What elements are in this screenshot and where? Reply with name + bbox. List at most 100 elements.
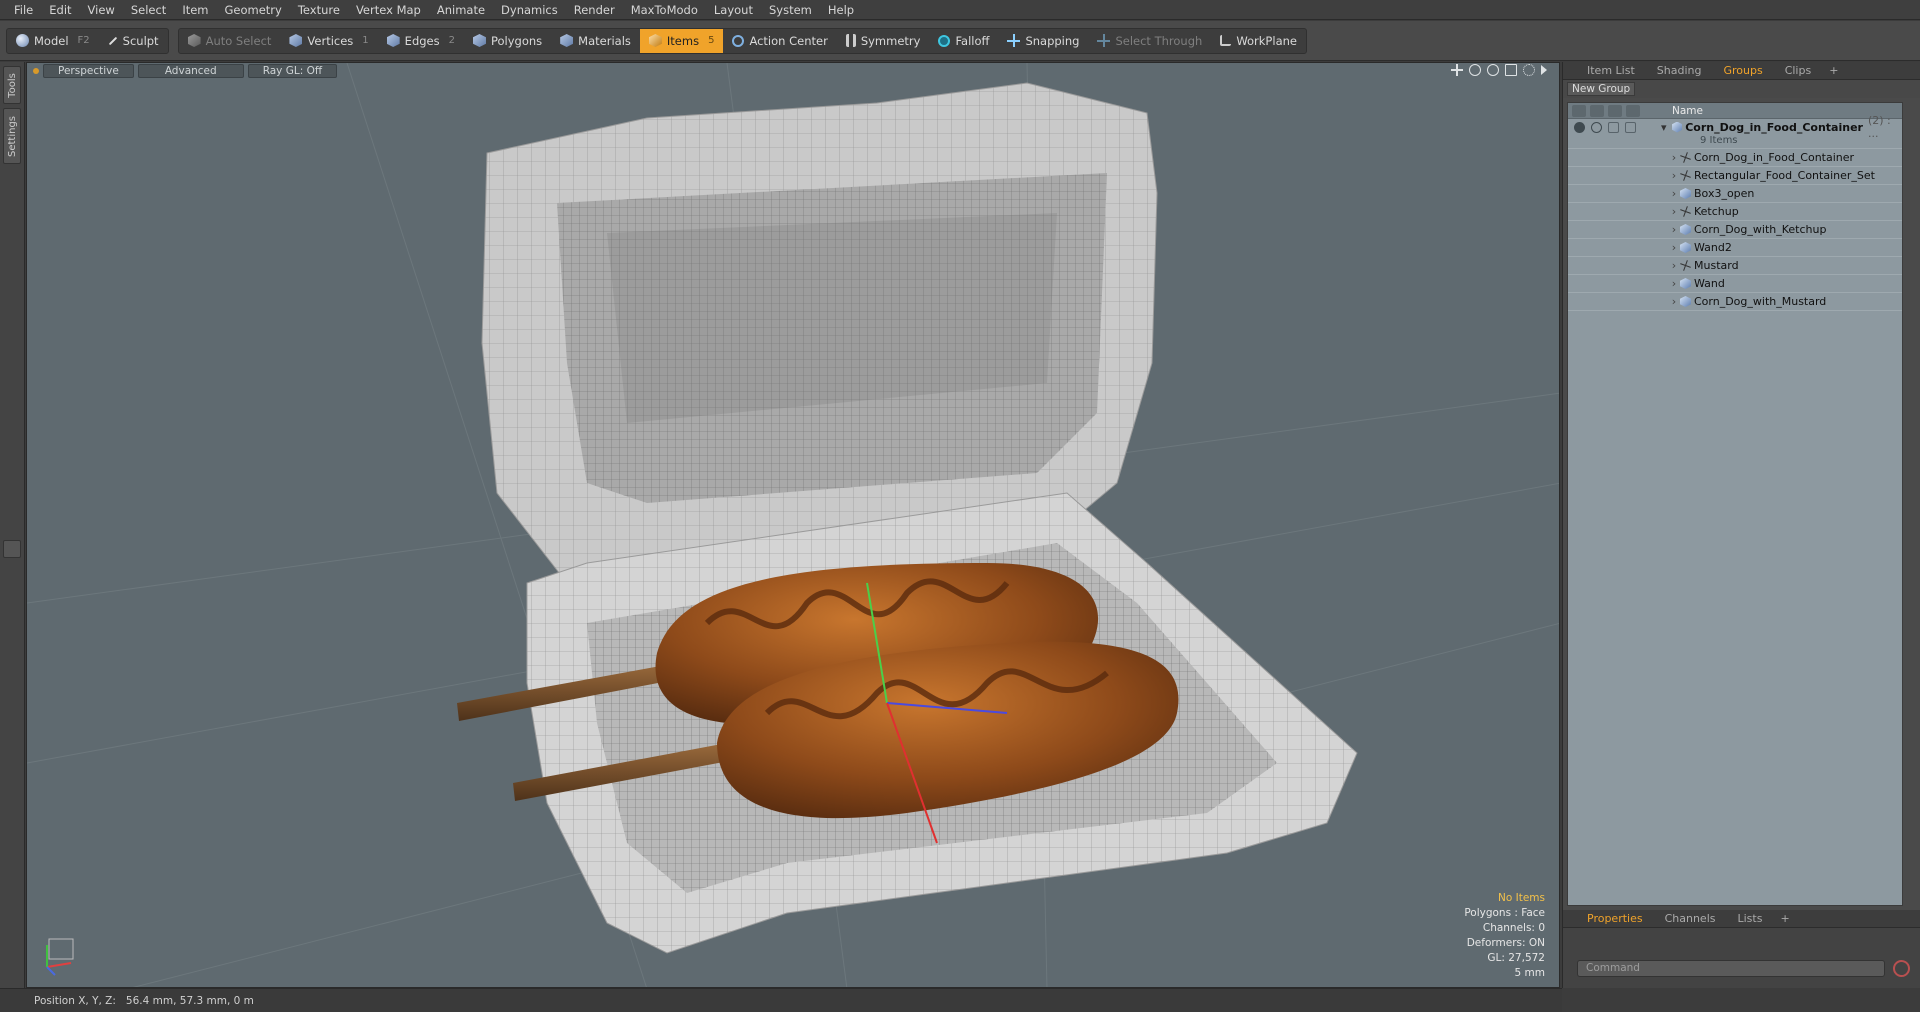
menu-maxtomodo[interactable]: MaxToModo bbox=[623, 0, 706, 20]
new-group-button[interactable]: New Group bbox=[1567, 82, 1636, 96]
workplane-button[interactable]: WorkPlane bbox=[1211, 29, 1306, 53]
hud-grid-size: 5 mm bbox=[1514, 967, 1545, 979]
auto-select-button[interactable]: Auto Select bbox=[179, 29, 281, 53]
action-center-button[interactable]: Action Center bbox=[723, 29, 836, 53]
menu-layout[interactable]: Layout bbox=[706, 0, 761, 20]
menu-bar: File Edit View Select Item Geometry Text… bbox=[0, 0, 1920, 20]
group-item-row[interactable]: › Corn_Dog_in_Food_Container bbox=[1568, 149, 1902, 167]
expand-arrow-icon[interactable]: › bbox=[1668, 277, 1680, 290]
chevron-right-icon[interactable] bbox=[1541, 65, 1547, 75]
group-item-row[interactable]: › Corn_Dog_with_Mustard bbox=[1568, 293, 1902, 311]
menu-help[interactable]: Help bbox=[820, 0, 862, 20]
items-button[interactable]: Items 5 bbox=[639, 28, 724, 53]
tab-settings[interactable]: Settings bbox=[3, 108, 21, 164]
materials-button[interactable]: Materials bbox=[551, 29, 640, 53]
expand-arrow-icon[interactable]: › bbox=[1668, 241, 1680, 254]
expand-arrow-icon[interactable]: › bbox=[1668, 223, 1680, 236]
menu-item[interactable]: Item bbox=[174, 0, 216, 20]
group-item-row[interactable]: › Box3_open bbox=[1568, 185, 1902, 203]
polygons-button[interactable]: Polygons bbox=[464, 29, 551, 53]
sculpt-button[interactable]: Sculpt bbox=[99, 29, 168, 53]
group-item-row[interactable]: › Rectangular_Food_Container_Set bbox=[1568, 167, 1902, 185]
scene-render[interactable] bbox=[27, 63, 1560, 988]
visibility-eye-icon[interactable] bbox=[1574, 121, 1585, 133]
vertices-icon bbox=[289, 34, 303, 47]
render-column-icon[interactable] bbox=[1590, 104, 1604, 117]
eye-column-icon[interactable] bbox=[1572, 104, 1586, 117]
expand-arrow-icon[interactable]: › bbox=[1668, 259, 1680, 272]
rotate-icon[interactable] bbox=[1469, 64, 1481, 76]
model-button[interactable]: Model F2 bbox=[7, 29, 99, 53]
command-history-icon[interactable] bbox=[1893, 960, 1910, 977]
tab-shading[interactable]: Shading bbox=[1647, 62, 1712, 80]
tab-lists[interactable]: Lists bbox=[1728, 910, 1773, 928]
perspective-tab[interactable]: Perspective bbox=[43, 64, 134, 78]
add-tab-icon[interactable]: + bbox=[1823, 64, 1844, 77]
properties-tabs: Properties Channels Lists + bbox=[1563, 910, 1920, 928]
lock-column-icon[interactable] bbox=[1608, 104, 1622, 117]
tab-properties[interactable]: Properties bbox=[1577, 910, 1653, 928]
panel-toggle[interactable] bbox=[3, 540, 21, 558]
menu-file[interactable]: File bbox=[6, 0, 41, 20]
polygons-icon bbox=[472, 34, 486, 47]
left-tool-tabs: Tools Settings bbox=[0, 62, 25, 988]
select-through-label: Select Through bbox=[1115, 33, 1203, 48]
edges-button[interactable]: Edges 2 bbox=[378, 29, 464, 53]
symmetry-button[interactable]: Symmetry bbox=[837, 29, 930, 53]
menu-view[interactable]: View bbox=[80, 0, 123, 20]
menu-edit[interactable]: Edit bbox=[41, 0, 79, 20]
tab-clips[interactable]: Clips bbox=[1775, 62, 1822, 80]
vertices-button[interactable]: Vertices 1 bbox=[280, 29, 377, 53]
render-icon[interactable] bbox=[1591, 121, 1602, 133]
snapping-label: Snapping bbox=[1025, 33, 1080, 48]
menu-system[interactable]: System bbox=[761, 0, 820, 20]
tab-tools-label: Tools bbox=[6, 72, 18, 98]
zoom-icon[interactable] bbox=[1487, 64, 1499, 76]
expand-arrow-icon[interactable]: › bbox=[1668, 187, 1680, 200]
status-bar: Position X, Y, Z: 56.4 mm, 57.3 mm, 0 m bbox=[0, 988, 1562, 1012]
group-root-row[interactable]: ▾ Corn_Dog_in_Food_Container (2) : ... 9… bbox=[1568, 114, 1902, 149]
expand-arrow-icon[interactable]: › bbox=[1668, 205, 1680, 218]
expand-arrow-icon[interactable]: › bbox=[1668, 295, 1680, 308]
maximize-icon[interactable] bbox=[1505, 64, 1517, 76]
select-column-icon[interactable] bbox=[1626, 104, 1640, 117]
locator-icon bbox=[1678, 204, 1693, 219]
lock-checkbox[interactable] bbox=[1608, 121, 1619, 133]
viewport-menu-icon[interactable] bbox=[33, 68, 39, 74]
add-properties-tab-icon[interactable]: + bbox=[1774, 912, 1795, 925]
group-item-row[interactable]: › Wand2 bbox=[1568, 239, 1902, 257]
column-icons bbox=[1568, 104, 1668, 117]
falloff-label: Falloff bbox=[955, 33, 990, 48]
3d-viewport[interactable]: Perspective Advanced Ray GL: Off No Item… bbox=[26, 62, 1560, 988]
falloff-button[interactable]: Falloff bbox=[929, 29, 998, 53]
raygl-tab[interactable]: Ray GL: Off bbox=[247, 64, 338, 78]
group-item-row[interactable]: › Mustard bbox=[1568, 257, 1902, 275]
tab-groups[interactable]: Groups bbox=[1713, 62, 1772, 80]
advanced-tab[interactable]: Advanced bbox=[137, 64, 244, 78]
group-item-row[interactable]: › Wand bbox=[1568, 275, 1902, 293]
menu-select[interactable]: Select bbox=[123, 0, 174, 20]
group-item-name: Corn_Dog_in_Food_Container bbox=[1694, 151, 1855, 164]
menu-dynamics[interactable]: Dynamics bbox=[493, 0, 566, 20]
name-column-header[interactable]: Name bbox=[1668, 105, 1703, 117]
menu-animate[interactable]: Animate bbox=[429, 0, 493, 20]
command-input[interactable]: Command bbox=[1577, 960, 1885, 977]
collapse-icon[interactable]: ▾ bbox=[1661, 121, 1672, 134]
menu-geometry[interactable]: Geometry bbox=[217, 0, 290, 20]
snapping-button[interactable]: Snapping bbox=[998, 29, 1088, 53]
tab-channels[interactable]: Channels bbox=[1655, 910, 1726, 928]
polygons-label: Polygons bbox=[490, 33, 543, 48]
group-item-row[interactable]: › Ketchup bbox=[1568, 203, 1902, 221]
menu-vertex-map[interactable]: Vertex Map bbox=[348, 0, 429, 20]
pan-icon[interactable] bbox=[1451, 64, 1463, 76]
select-checkbox[interactable] bbox=[1625, 121, 1636, 133]
expand-arrow-icon[interactable]: › bbox=[1668, 169, 1680, 182]
select-through-button[interactable]: Select Through bbox=[1088, 29, 1211, 53]
gear-icon[interactable] bbox=[1523, 64, 1535, 76]
menu-render[interactable]: Render bbox=[566, 0, 623, 20]
group-item-row[interactable]: › Corn_Dog_with_Ketchup bbox=[1568, 221, 1902, 239]
expand-arrow-icon[interactable]: › bbox=[1668, 151, 1680, 164]
tab-item-list[interactable]: Item List bbox=[1577, 62, 1645, 80]
menu-texture[interactable]: Texture bbox=[290, 0, 348, 20]
tab-tools[interactable]: Tools bbox=[3, 66, 21, 104]
